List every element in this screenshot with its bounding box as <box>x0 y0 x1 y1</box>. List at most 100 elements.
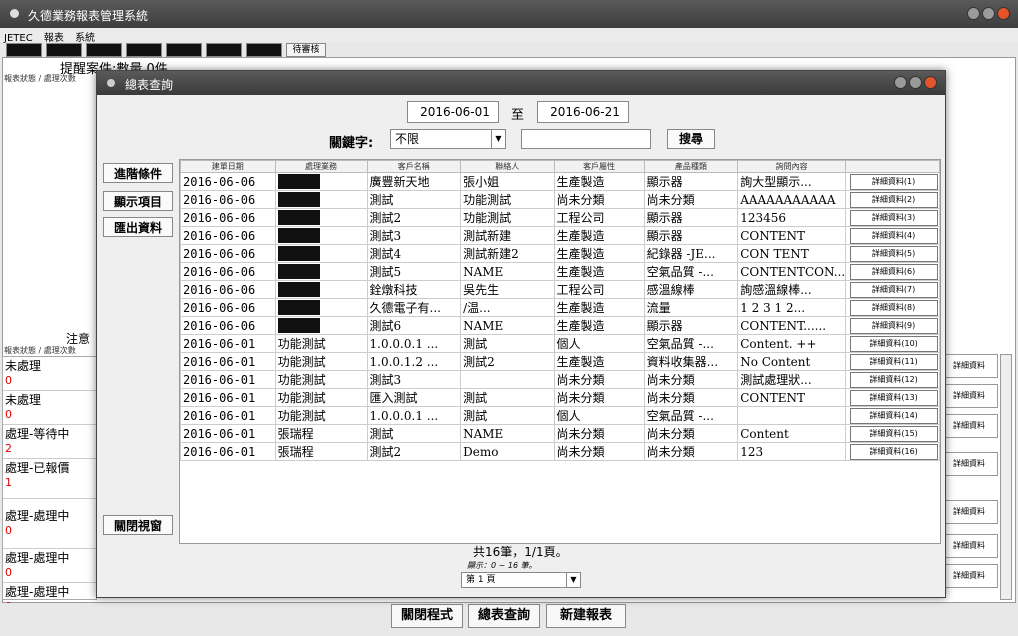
detail-button[interactable]: 詳細資料 <box>940 354 998 378</box>
tab-redacted[interactable] <box>86 43 122 57</box>
col-customer-attr[interactable]: 客戶屬性 <box>553 160 645 173</box>
tab-redacted[interactable] <box>246 43 282 57</box>
tab-redacted[interactable] <box>6 43 42 57</box>
detail-row-button[interactable]: 詳細資料(3) <box>849 209 938 226</box>
col-created-date[interactable]: 建單日期 <box>180 160 276 173</box>
col-sales-rep[interactable]: 處理業務 <box>274 160 368 173</box>
display-items-button[interactable]: 顯示項目 <box>103 191 173 211</box>
detail-row-button[interactable]: 詳細資料(13) <box>849 389 938 406</box>
date-to-input[interactable]: 2016-06-21 <box>537 101 629 123</box>
table-row[interactable]: 2016-06-06 測試5 NAME 生產製造 空氣品質 -... CONTENTCON… <box>180 262 940 281</box>
cell-text: 測試5 <box>369 265 402 279</box>
status-item[interactable]: 處理-已報價 1 <box>3 459 96 499</box>
cell-inquiry: 測試處理狀... <box>737 370 847 389</box>
summary-query-button[interactable]: 總表查詢 <box>468 604 540 628</box>
table-row[interactable]: 2016-06-01 功能測試 測試3 尚未分類 尚未分類 測試處理狀... 詳細資料(12… <box>180 370 940 389</box>
detail-button[interactable]: 詳細資料 <box>940 452 998 476</box>
table-row[interactable]: 2016-06-06 銓燉科技 吳先生 工程公司 感溫線棒 詢感溫線棒... 詳細資料(7) <box>180 280 940 299</box>
dialog-close-button[interactable] <box>924 76 937 89</box>
cell-text: 1 2 3 1 2... <box>740 300 806 315</box>
redacted-block <box>277 246 320 261</box>
table-row[interactable]: 2016-06-01 功能測試 1.0.0.1.2 ... 測試2 生產製造 資料收集器.… <box>180 352 940 371</box>
detail-row-button[interactable]: 詳細資料(1) <box>849 173 938 190</box>
detail-row-button[interactable]: 詳細資料(16) <box>849 443 938 460</box>
status-item[interactable]: 未處理 0 <box>3 391 96 425</box>
date-from-input[interactable]: 2016-06-01 <box>407 101 499 123</box>
col-product-type[interactable]: 產品種類 <box>643 160 739 173</box>
keyword-type-select[interactable]: 不限 ▼ <box>390 129 506 149</box>
cell-attr: 尚未分類 <box>553 190 645 209</box>
vertical-scrollbar[interactable] <box>1000 354 1012 600</box>
cell-attr: 尚未分類 <box>553 370 645 389</box>
table-row[interactable]: 2016-06-01 張瑞程 測試 NAME 尚未分類 尚未分類 Content 詳細資料(1… <box>180 424 940 443</box>
detail-button[interactable]: 詳細資料 <box>940 564 998 588</box>
detail-row-button[interactable]: 詳細資料(5) <box>849 245 938 262</box>
close-dialog-button[interactable]: 關閉視窗 <box>103 515 173 535</box>
detail-row-button[interactable]: 詳細資料(8) <box>849 299 938 316</box>
new-report-button[interactable]: 新建報表 <box>546 604 626 628</box>
detail-row-button[interactable]: 詳細資料(12) <box>849 371 938 388</box>
cell-text: 測試 <box>463 391 488 405</box>
export-data-button[interactable]: 匯出資料 <box>103 217 173 237</box>
tab-redacted[interactable] <box>126 43 162 57</box>
detail-button[interactable]: 詳細資料 <box>940 534 998 558</box>
close-program-button[interactable]: 關閉程式 <box>391 604 463 628</box>
table-row[interactable]: 2016-06-06 久德電子有... /温... 生產製造 流量 1 2 3 1 2..… <box>180 298 940 317</box>
close-window-button[interactable] <box>997 7 1010 20</box>
status-item[interactable]: 未處理 0 <box>3 357 96 391</box>
cell-text: 功能測試 <box>463 211 512 225</box>
page-select[interactable]: 第 1 頁 ▼ <box>461 572 581 588</box>
table-row[interactable]: 2016-06-06 測試3 測試新建 生產製造 顯示器 CONTENT 詳細資料(4) <box>180 226 940 245</box>
cell-inquiry: 123 <box>737 442 847 461</box>
detail-row-button[interactable]: 詳細資料(7) <box>849 281 938 298</box>
col-inquiry[interactable]: 詢問內容 <box>737 160 847 173</box>
status-item[interactable]: 處理-處理中0 <box>3 549 96 583</box>
cell-text: 工程公司 <box>556 211 605 225</box>
tab-redacted[interactable] <box>46 43 82 57</box>
detail-row-button[interactable]: 詳細資料(10) <box>849 335 938 352</box>
keyword-input[interactable] <box>521 129 651 149</box>
cell-attr: 個人 <box>553 334 645 353</box>
detail-button[interactable]: 詳細資料 <box>940 500 998 524</box>
cell-text: 尚未分類 <box>556 373 605 387</box>
table-row[interactable]: 2016-06-01 功能測試 匯入測試 測試 尚未分類 尚未分類 CONTENT 詳細資料(… <box>180 388 940 407</box>
cell-text: NAME <box>463 318 504 333</box>
status-count: 0 <box>5 524 12 537</box>
col-contact[interactable]: 聯絡人 <box>460 160 555 173</box>
tab-redacted[interactable] <box>206 43 242 57</box>
search-button[interactable]: 搜尋 <box>667 129 715 149</box>
table-row[interactable]: 2016-06-01 張瑞程 測試2 Demo 尚未分類 尚未分類 123 詳細資料(16) <box>180 442 940 461</box>
col-customer-name[interactable]: 客戶名稱 <box>366 160 462 173</box>
status-item[interactable]: 處理-處理中0 <box>3 499 96 549</box>
table-row[interactable]: 2016-06-06 測試4 測試新建2 生產製造 紀錄器 -JE... CON TENT… <box>180 244 940 263</box>
detail-button[interactable]: 詳細資料 <box>940 414 998 438</box>
table-row[interactable]: 2016-06-01 功能測試 1.0.0.0.1 ... 測試 個人 空氣品質 -...… <box>180 334 940 353</box>
tab-pending-review[interactable]: 待審核 <box>286 43 326 57</box>
cell-rep: 張瑞程 <box>274 424 368 443</box>
cell-inquiry: AAAAAAAAAAA <box>737 190 847 209</box>
table-row[interactable]: 2016-06-01 功能測試 1.0.0.0.1 ... 測試 個人 空氣品質 -...… <box>180 406 940 425</box>
minimize-button[interactable] <box>967 7 980 20</box>
status-item[interactable]: 處理-等待中 2 <box>3 425 96 459</box>
table-row[interactable]: 2016-06-06 測試2 功能測試 工程公司 顯示器 123456 詳細資料(3) <box>180 208 940 227</box>
detail-row-button[interactable]: 詳細資料(15) <box>849 425 938 442</box>
tab-redacted[interactable] <box>166 43 202 57</box>
detail-row-button[interactable]: 詳細資料(11) <box>849 353 938 370</box>
dialog-minimize-button[interactable] <box>894 76 907 89</box>
table-row[interactable]: 2016-06-06 測試6 NAME 生產製造 顯示器 CONTENT...... 詳細資… <box>180 316 940 335</box>
detail-row-button[interactable]: 詳細資料(2) <box>849 191 938 208</box>
detail-row-button[interactable]: 詳細資料(14) <box>849 407 938 424</box>
cell-detail: 詳細資料(12) <box>845 370 940 389</box>
detail-button[interactable]: 詳細資料 <box>940 384 998 408</box>
cell-rep <box>274 244 368 263</box>
table-row[interactable]: 2016-06-06 測試 功能測試 尚未分類 尚未分類 AAAAAAAAAAA 詳細資料(… <box>180 190 940 209</box>
advanced-conditions-button[interactable]: 進階條件 <box>103 163 173 183</box>
detail-row-button[interactable]: 詳細資料(9) <box>849 317 938 334</box>
detail-row-button[interactable]: 詳細資料(6) <box>849 263 938 280</box>
maximize-button[interactable] <box>982 7 995 20</box>
detail-row-button[interactable]: 詳細資料(4) <box>849 227 938 244</box>
cell-text: 工程公司 <box>556 283 605 297</box>
table-row[interactable]: 2016-06-06 廣豐新天地 張小姐 生產製造 顯示器 詢大型顯示... 詳細資料(1) <box>180 172 940 191</box>
dialog-maximize-button[interactable] <box>909 76 922 89</box>
cell-text: 功能測試 <box>277 355 326 369</box>
